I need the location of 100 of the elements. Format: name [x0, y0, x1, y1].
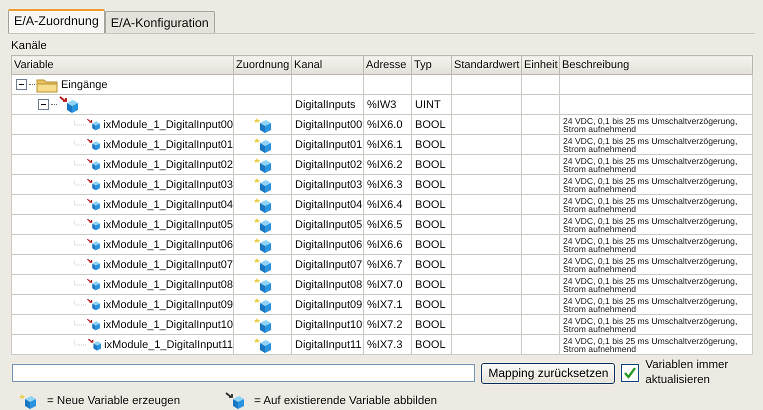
- channel-name: DigitalInput06: [295, 238, 362, 250]
- description: 24 VDC, 0,1 bis 25 ms Umschaltverzögerung, Strom aufnehmend: [563, 176, 738, 192]
- variable-name: Eingänge: [61, 78, 108, 90]
- variable-name: ixModule_1_DigitalInput06: [103, 238, 233, 250]
- cube-arrow-icon: [86, 116, 100, 133]
- cube-star-icon: [254, 296, 272, 312]
- data-type: BOOL: [415, 198, 446, 210]
- channel-name: DigitalInput02: [295, 158, 362, 170]
- cube-arrow-icon: [86, 196, 100, 213]
- address: %IX6.4: [367, 198, 402, 210]
- address: %IX6.2: [367, 158, 402, 170]
- address: %IX6.5: [367, 218, 402, 230]
- variable-name: ixModule_1_DigitalInput03: [103, 178, 233, 190]
- data-type: BOOL: [415, 338, 446, 350]
- address: %IW3: [367, 98, 396, 110]
- channel-name: DigitalInput01: [295, 138, 362, 150]
- address: %IX7.0: [367, 278, 402, 290]
- column-header[interactable]: Variable: [12, 56, 234, 74]
- column-header[interactable]: Adresse: [364, 56, 412, 74]
- data-type: BOOL: [415, 158, 446, 170]
- address: %IX6.6: [367, 238, 402, 250]
- data-type: BOOL: [415, 118, 446, 130]
- cube-star-icon: [254, 216, 272, 232]
- cube-star-icon: [254, 256, 272, 272]
- data-type: BOOL: [415, 318, 446, 330]
- description: 24 VDC, 0,1 bis 25 ms Umschaltverzögerung, Strom aufnehmend: [563, 156, 738, 172]
- variable-name: ixModule_1_DigitalInput00: [103, 118, 233, 130]
- channel-name: DigitalInput04: [295, 198, 362, 210]
- cube-arrow-icon: [86, 176, 100, 193]
- legend-text: = Neue Variable erzeugen: [47, 394, 180, 406]
- variable-name: ixModule_1_DigitalInput01: [103, 138, 233, 150]
- description: 24 VDC, 0,1 bis 25 ms Umschaltverzögerung, Strom aufnehmend: [563, 276, 738, 292]
- description: 24 VDC, 0,1 bis 25 ms Umschaltverzögerung, Strom aufnehmend: [563, 236, 738, 252]
- cube-star-icon: [19, 392, 37, 408]
- variable-name: ixModule_1_DigitalInput04: [103, 198, 233, 210]
- column-header[interactable]: Standardwert: [452, 56, 522, 74]
- cube-arrow-icon: [86, 156, 100, 173]
- description: 24 VDC, 0,1 bis 25 ms Umschaltverzögerung, Strom aufnehmend: [563, 336, 738, 352]
- variable-name: ixModule_1_DigitalInput08: [103, 278, 233, 290]
- address: %IX6.1: [367, 138, 402, 150]
- reset-button[interactable]: Mapping zurücksetzen: [481, 362, 616, 384]
- section-title: Kanäle: [11, 40, 48, 52]
- data-type: BOOL: [415, 278, 446, 290]
- cube-star-icon: [254, 176, 272, 192]
- cube-arrow-icon: [86, 256, 100, 273]
- cube-arrow-icon: [86, 136, 100, 153]
- address: %IX6.7: [367, 258, 402, 270]
- input-field[interactable]: [12, 364, 476, 382]
- data-type: BOOL: [415, 218, 446, 230]
- data-type: BOOL: [415, 298, 446, 310]
- cube-star-icon: [254, 236, 272, 252]
- cube-star-icon: [254, 136, 272, 152]
- description: 24 VDC, 0,1 bis 25 ms Umschaltverzögerung, Strom aufnehmend: [563, 116, 738, 132]
- tab[interactable]: E/A-Zuordnung: [8, 9, 105, 33]
- cube-star-icon: [254, 276, 272, 292]
- variable-name: ixModule_1_DigitalInput10: [103, 318, 233, 330]
- column-header[interactable]: Zuordnung: [234, 56, 292, 74]
- data-type: UINT: [415, 98, 441, 110]
- cube-arrow-icon: [86, 336, 102, 353]
- channel-name: DigitalInput05: [295, 218, 362, 230]
- address: %IX7.3: [367, 338, 402, 350]
- description: 24 VDC, 0,1 bis 25 ms Umschaltverzögerung, Strom aufnehmend: [563, 136, 738, 152]
- cube-arrow-icon: [86, 236, 100, 253]
- column-header[interactable]: Beschreibung: [560, 56, 752, 74]
- variable-name: ixModule_1_DigitalInput07: [103, 258, 233, 270]
- channel-name: DigitalInput00: [295, 118, 362, 130]
- description: 24 VDC, 0,1 bis 25 ms Umschaltverzögerung, Strom aufnehmend: [563, 196, 738, 212]
- cube-star-icon: [254, 316, 272, 332]
- cube-arrow-icon: [86, 316, 100, 333]
- checkbox-label: Variablen immer aktualisieren: [645, 358, 730, 388]
- checkbox[interactable]: [621, 364, 640, 382]
- collapse-icon[interactable]: [38, 99, 49, 110]
- variable-name: ixModule_1_DigitalInput05: [103, 218, 233, 230]
- cube-arrow-icon: [86, 276, 100, 293]
- cube-arrow-icon: [224, 392, 244, 409]
- variable-name: ixModule_1_DigitalInput02: [103, 158, 233, 170]
- description: 24 VDC, 0,1 bis 25 ms Umschaltverzögerung, Strom aufnehmend: [563, 216, 738, 232]
- description: 24 VDC, 0,1 bis 25 ms Umschaltverzögerung, Strom aufnehmend: [563, 296, 738, 312]
- address: %IX7.2: [367, 318, 402, 330]
- channel-name: DigitalInput08: [295, 278, 362, 290]
- column-header[interactable]: Kanal: [292, 56, 364, 74]
- variable-name: ixModule_1_DigitalInput09: [103, 298, 233, 310]
- channel-name: DigitalInput09: [295, 298, 362, 310]
- channel-name: DigitalInput07: [295, 258, 362, 270]
- description: 24 VDC, 0,1 bis 25 ms Umschaltverzögerung, Strom aufnehmend: [563, 256, 738, 272]
- collapse-icon[interactable]: [16, 79, 27, 90]
- channel-name: DigitalInput10: [295, 318, 362, 330]
- cube-arrow-icon: [58, 96, 78, 113]
- cube-arrow-icon: [86, 296, 100, 313]
- description: 24 VDC, 0,1 bis 25 ms Umschaltverzögerung, Strom aufnehmend: [563, 316, 738, 332]
- column-header[interactable]: Typ: [412, 56, 452, 74]
- variable-name: ixModule_1_DigitalInput11: [104, 338, 233, 350]
- channel-name: DigitalInputs: [295, 98, 356, 110]
- channel-name: DigitalInput03: [295, 178, 362, 190]
- legend-text: = Auf existierende Variable abbilden: [254, 394, 438, 406]
- data-type: BOOL: [415, 258, 446, 270]
- data-type: BOOL: [415, 238, 446, 250]
- tab[interactable]: E/A-Konfiguration: [104, 11, 215, 33]
- column-header[interactable]: Einheit: [522, 56, 560, 74]
- cube-star-icon: [254, 156, 272, 172]
